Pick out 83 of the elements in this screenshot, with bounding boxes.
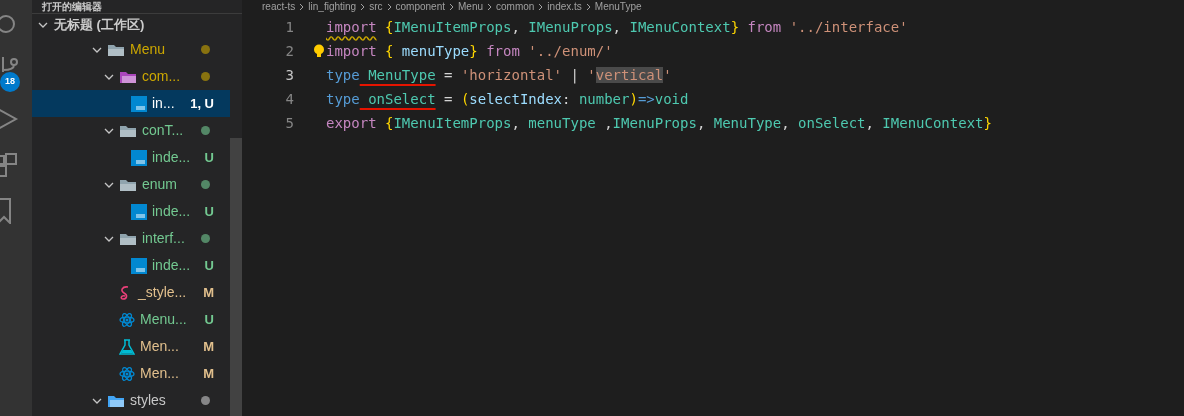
typescript-file-icon [131, 149, 147, 166]
tree-item[interactable]: in... 1, U [32, 90, 230, 117]
file-name: enum [142, 175, 178, 194]
code-line: import { menuType} from '../enum/' [326, 41, 613, 61]
lightbulb-icon[interactable] [313, 44, 325, 58]
file-name: styles [130, 391, 166, 410]
atom-icon [119, 365, 135, 382]
workspace-title[interactable]: 无标题 (工作区) [54, 15, 145, 35]
chevron-down-icon[interactable] [38, 22, 48, 28]
tree-item[interactable]: interf... [32, 225, 230, 252]
file-name: conT... [142, 121, 184, 140]
section-title[interactable]: 打开的编辑器 [42, 0, 102, 13]
folder-icon [107, 393, 125, 408]
tree-item[interactable]: enum [32, 171, 230, 198]
tree-item[interactable]: inde... U [32, 198, 230, 225]
folder-icon [119, 69, 137, 84]
breadcrumb-item[interactable]: component [395, 1, 445, 13]
extensions-icon[interactable] [0, 152, 20, 178]
code-line: import {IMenuItemProps, IMenuProps, IMenuContext} from '../interface' [326, 17, 908, 37]
code-line: type MenuType = 'horizontal' | 'vertical' [326, 65, 672, 86]
tree-item[interactable]: com... [32, 63, 230, 90]
git-status: U [204, 148, 214, 167]
source-control-icon[interactable] [0, 56, 20, 72]
breadcrumb-item[interactable]: lin_fighting [308, 1, 357, 13]
git-status: U [204, 310, 214, 329]
git-status: M [203, 364, 214, 383]
tree-item[interactable]: conT... [32, 117, 230, 144]
tree-item[interactable]: inde... U [32, 144, 230, 171]
file-name: Menu... [140, 310, 187, 329]
breadcrumb-item[interactable]: common [496, 1, 535, 13]
typescript-file-icon [131, 95, 147, 112]
tree-item[interactable]: Men... M [32, 360, 230, 387]
breadcrumb-item[interactable]: Menu [458, 1, 483, 13]
tree-item[interactable]: Menu... U [32, 306, 230, 333]
file-name: Menu [130, 40, 166, 59]
folder-icon [119, 123, 137, 138]
line-number: 2 [284, 41, 294, 61]
chevron-right-icon [360, 3, 366, 11]
line-number: 3 [284, 65, 294, 85]
git-status: M [203, 283, 214, 302]
tree-item[interactable]: inde... U [32, 252, 230, 279]
flask-icon [119, 338, 135, 355]
file-name: interf... [142, 229, 185, 248]
chevron-right-icon [449, 3, 454, 11]
file-name: inde... [152, 256, 191, 275]
breadcrumb-item[interactable]: react-ts [262, 1, 296, 13]
file-name: inde... [152, 148, 191, 167]
file-name: _style... [138, 283, 187, 302]
breadcrumb-item[interactable]: src [369, 1, 383, 13]
git-status: U [204, 202, 214, 221]
scrollbar[interactable] [230, 138, 242, 416]
file-name: Men... [140, 337, 179, 356]
atom-icon [119, 311, 135, 328]
line-number: 5 [284, 113, 294, 133]
git-status: 1, U [190, 94, 214, 113]
file-name: inde... [152, 202, 191, 221]
chevron-right-icon [299, 3, 305, 11]
line-number: 4 [284, 89, 294, 109]
git-status: M [203, 337, 214, 356]
chevron-right-icon [538, 3, 544, 11]
chevron-right-icon [585, 3, 591, 11]
chevron-right-icon [487, 3, 492, 11]
folder-icon [119, 177, 137, 192]
chevron-right-icon [386, 3, 392, 11]
folder-icon [119, 231, 137, 246]
tree-item[interactable]: Men... M [32, 333, 230, 360]
folder-icon [107, 42, 125, 57]
line-number: 1 [284, 17, 294, 37]
typescript-file-icon [131, 203, 147, 220]
notification-badge: 18 [0, 72, 20, 92]
tree-item[interactable]: styles [32, 387, 230, 414]
file-name: com... [142, 67, 181, 86]
file-name: Men... [140, 364, 179, 383]
tree-item[interactable]: Menu [32, 36, 230, 63]
tree-item[interactable]: _style... M [32, 279, 230, 306]
breadcrumb-item[interactable]: MenuType [594, 1, 642, 13]
code-line: export {IMenuItemProps, menuType ,IMenuProps, MenuType, onSelect, IMenuContext} [326, 113, 992, 133]
file-name: in... [152, 94, 175, 113]
run-icon[interactable] [0, 106, 20, 132]
git-status: U [204, 256, 214, 275]
typescript-file-icon [131, 257, 147, 274]
code-line: type onSelect = (selectIndex: number)=>void [326, 89, 689, 109]
breadcrumb-item[interactable]: index.ts [547, 1, 582, 13]
